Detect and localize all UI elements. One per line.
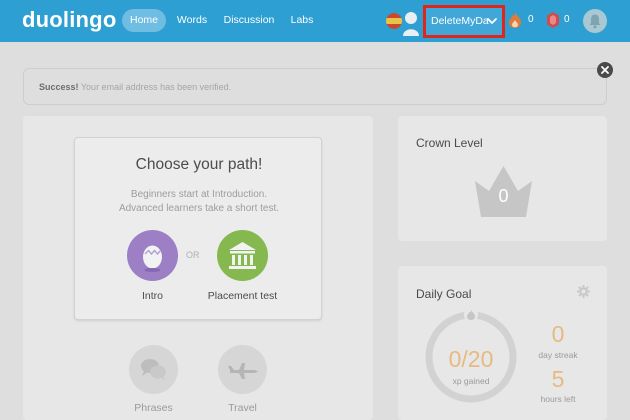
daily-goal-progress-label: xp gained [452,376,490,386]
building-icon [229,242,256,269]
path-subtitle-line2: Advanced learners take a short test. [118,203,280,214]
hours-left-value: 5 [551,366,565,392]
lingot-icon[interactable] [546,11,560,29]
skill-travel-label: Travel [228,402,257,414]
intro-label: Intro [141,290,163,302]
flame-icon[interactable] [508,11,522,29]
daily-goal-title: Daily Goal [416,287,472,301]
gear-icon[interactable] [577,285,590,298]
or-divider: OR [186,250,200,260]
banner-message: Your email address has been verified. [80,82,232,92]
skill-travel[interactable] [218,345,267,394]
duolingo-logo[interactable]: duolingo [22,7,116,33]
bell-icon [589,14,601,29]
close-icon [601,66,609,74]
daily-goal-progress: 0/20 [448,346,494,372]
nav-discussion[interactable]: Discussion [221,9,277,32]
egg-icon [143,245,162,272]
close-banner-button[interactable] [597,62,613,78]
spain-flag-icon[interactable] [386,13,402,29]
airplane-icon [228,363,258,379]
notifications-button[interactable] [583,9,607,33]
success-banner: Success! Your email address has been ver… [23,68,607,105]
path-subtitle-line1: Beginners start at Introduction. [130,189,268,200]
hours-left-label: hours left [540,394,576,404]
path-title: Choose your path! [135,156,263,173]
skill-phrases-label: Phrases [134,402,173,414]
chevron-down-icon [487,18,497,25]
nav-words[interactable]: Words [172,9,212,32]
username-label: DeleteMyDa [431,15,489,27]
nav-home[interactable]: Home [122,9,166,32]
speech-bubbles-icon [141,359,166,380]
crown-level-title: Crown Level [416,136,483,150]
streak-count: 0 [528,14,534,25]
placement-test-label: Placement test [207,290,278,302]
crown-level-value: 0 [498,186,509,206]
user-menu-dropdown[interactable]: DeleteMyDa [423,5,505,38]
intro-option-button[interactable] [127,230,178,281]
lingot-count: 0 [564,14,570,25]
placement-test-button[interactable] [217,230,268,281]
banner-text: Success! Your email address has been ver… [39,82,231,92]
top-nav-bar: duolingo Home Words Discussion Labs Dele… [0,0,630,42]
banner-success-label: Success! [39,82,79,92]
day-streak-label: day streak [538,350,578,360]
skill-phrases[interactable] [129,345,178,394]
day-streak-value: 0 [551,321,565,347]
nav-labs[interactable]: Labs [287,9,317,32]
avatar-icon[interactable] [402,8,420,36]
